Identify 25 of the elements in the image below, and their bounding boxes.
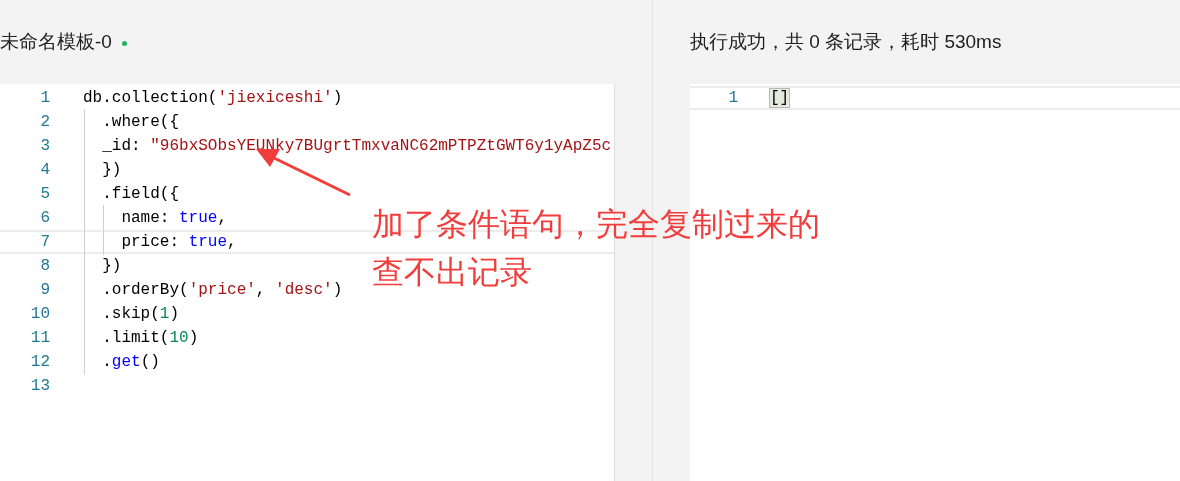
code-line: _id: "96bxSObsYEUNky7BUgrtTmxvaNC62mPTPZtGWT6y1yApZ5c	[83, 137, 612, 155]
annotation-text: 加了条件语句，完全复制过来的查不出记录	[372, 204, 820, 293]
line-number: 7	[39, 233, 50, 251]
line-number: 3	[39, 137, 50, 155]
line-number: 9	[39, 281, 50, 299]
code-line: db.collection('jiexiceshi')	[83, 89, 343, 107]
code-line: })	[83, 257, 122, 275]
line-number: 6	[39, 209, 50, 227]
code-line: .skip(1)	[83, 305, 180, 323]
tab-title[interactable]: 未命名模板-0	[0, 29, 112, 55]
result-status: 执行成功，共 0 条记录，耗时 530ms	[690, 30, 1002, 54]
line-number: 11	[29, 329, 50, 347]
line-number: 8	[39, 257, 50, 275]
code-line: .limit(10)	[83, 329, 199, 347]
line-number: 1	[39, 89, 50, 107]
code-line: })	[83, 161, 122, 179]
line-number: 12	[29, 353, 50, 371]
code-line: .field({	[83, 185, 179, 203]
line-number: 1	[727, 89, 738, 107]
line-number: 5	[39, 185, 50, 203]
line-number: 2	[39, 113, 50, 131]
line-number: 13	[29, 377, 50, 395]
code-line: .orderBy('price', 'desc')	[83, 281, 343, 299]
line-number: 4	[39, 161, 50, 179]
line-number: 10	[29, 305, 50, 323]
